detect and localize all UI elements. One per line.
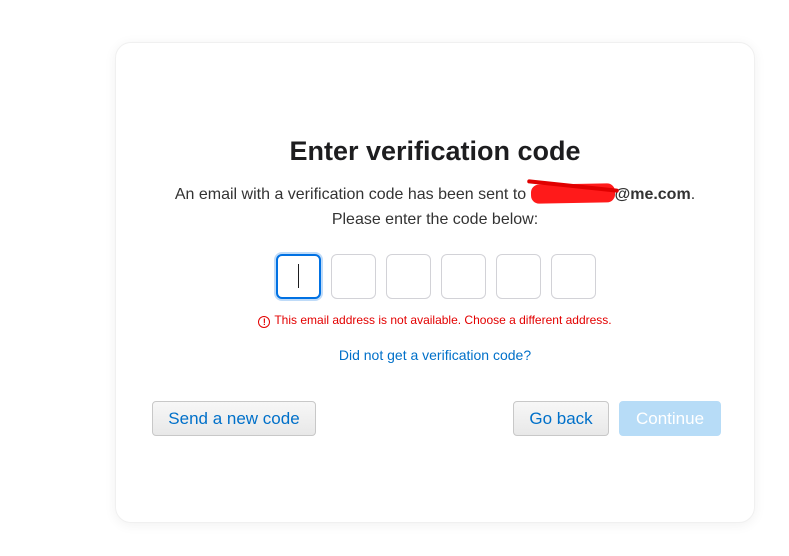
code-digit-5[interactable]	[496, 254, 541, 299]
send-new-code-button[interactable]: Send a new code	[152, 401, 316, 436]
description-text: An email with a verification code has be…	[174, 186, 531, 203]
code-digit-6[interactable]	[551, 254, 596, 299]
resend-code-link[interactable]: Did not get a verification code?	[116, 347, 754, 363]
email-domain: @me.com	[614, 186, 691, 203]
error-text: This email address is not available. Cho…	[274, 313, 612, 327]
continue-button[interactable]: Continue	[619, 401, 721, 436]
description-period: .	[690, 186, 696, 203]
page-title: Enter verification code	[289, 136, 581, 166]
redacted-email-scribble	[526, 179, 619, 207]
error-message: ! This email address is not available. Ch…	[116, 313, 754, 328]
description-line2: Please enter the code below:	[331, 211, 539, 228]
code-digit-3[interactable]	[386, 254, 431, 299]
verification-card: Enter verification code An email with a …	[115, 42, 755, 523]
text-caret	[298, 264, 299, 288]
verification-description: An email with a verification code has be…	[116, 179, 754, 232]
code-digit-2[interactable]	[331, 254, 376, 299]
alert-circle-icon: !	[258, 316, 271, 328]
go-back-button[interactable]: Go back	[513, 401, 609, 436]
code-digit-4[interactable]	[441, 254, 486, 299]
code-input-group	[276, 254, 596, 299]
